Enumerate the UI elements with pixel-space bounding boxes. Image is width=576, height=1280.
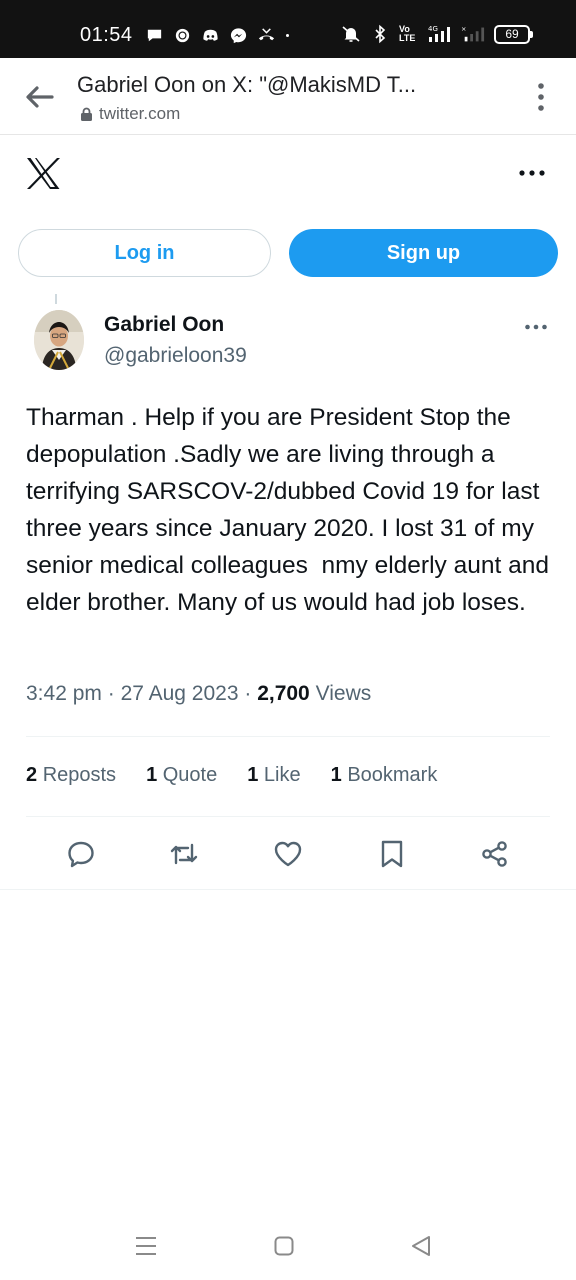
arrow-left-icon <box>26 86 54 108</box>
tweet-time[interactable]: 3:42 pm <box>26 682 102 705</box>
browser-toolbar: Gabriel Oon on X: "@MakisMD T... twitter… <box>0 58 576 135</box>
notification-icons <box>145 26 295 45</box>
status-time: 01:54 <box>80 24 133 46</box>
bookmark-icon <box>381 840 403 868</box>
author-handle[interactable]: @gabrieloon39 <box>104 344 247 368</box>
signal-app-icon <box>175 28 190 43</box>
avatar-image <box>34 310 84 370</box>
volte-icon: Vo LTE <box>399 24 416 43</box>
recent-apps-button[interactable] <box>133 1233 159 1259</box>
chat-bubble-icon <box>147 29 162 42</box>
back-button[interactable] <box>22 80 56 114</box>
quotes-stat[interactable]: 1 Quote <box>146 764 217 787</box>
home-square-icon <box>274 1236 294 1256</box>
likes-stat[interactable]: 1 Like <box>247 764 300 787</box>
repost-button[interactable] <box>168 838 200 870</box>
repost-icon <box>170 843 198 865</box>
views-count: 2,700 <box>257 682 310 705</box>
bookmarks-stat[interactable]: 1 Bookmark <box>331 764 438 787</box>
tweet-actions <box>0 830 576 878</box>
url-text: twitter.com <box>99 104 181 123</box>
tweet-stats: 2 Reposts 1 Quote 1 Like 1 Bookmark <box>26 764 437 787</box>
system-nav-bar <box>0 1215 576 1280</box>
signup-button[interactable]: Sign up <box>289 229 558 277</box>
dot-icon <box>286 34 289 37</box>
divider <box>0 889 576 890</box>
missed-call-icon <box>258 28 275 41</box>
page-title: Gabriel Oon on X: "@MakisMD T... <box>77 72 417 97</box>
discord-icon <box>203 29 218 41</box>
svg-text:4G: 4G <box>428 25 438 33</box>
heart-icon <box>274 841 302 867</box>
login-button[interactable]: Log in <box>18 229 271 277</box>
reply-icon <box>68 841 94 868</box>
system-back-button[interactable] <box>408 1233 434 1259</box>
home-button[interactable] <box>271 1233 297 1259</box>
status-bar: 01:54 Vo LTE 4G × 69 <box>0 0 576 58</box>
like-button[interactable] <box>272 838 304 870</box>
x-logo-icon[interactable] <box>26 157 61 190</box>
battery-icon: 69 <box>494 24 533 44</box>
bookmark-button[interactable] <box>376 838 408 870</box>
views-label: Views <box>315 682 372 705</box>
signal-4g-icon: 4G <box>428 25 450 42</box>
signal-icon: × <box>461 25 485 42</box>
messenger-icon <box>230 28 247 44</box>
svg-text:×: × <box>461 25 466 33</box>
avatar[interactable] <box>34 310 84 370</box>
page-url: twitter.com <box>80 104 180 124</box>
more-vertical-icon <box>538 83 544 111</box>
x-header <box>0 135 576 215</box>
browser-menu-button[interactable] <box>532 80 550 114</box>
tweet-text: Tharman . Help if you are President Stop… <box>26 404 556 616</box>
share-button[interactable] <box>479 838 511 870</box>
mute-icon <box>342 26 360 42</box>
bluetooth-icon <box>375 24 386 44</box>
share-icon <box>482 841 507 867</box>
thread-line <box>55 294 57 304</box>
tweet-date[interactable]: 27 Aug 2023 <box>121 682 239 705</box>
reposts-stat[interactable]: 2 Reposts <box>26 764 116 787</box>
back-triangle-icon <box>412 1236 430 1256</box>
more-horizontal-icon[interactable] <box>518 163 546 183</box>
author-name[interactable]: Gabriel Oon <box>104 313 224 337</box>
divider <box>26 816 550 817</box>
lock-icon <box>81 107 92 121</box>
system-icons: Vo LTE 4G × 69 <box>341 24 533 44</box>
tweet-more-icon[interactable] <box>524 320 548 334</box>
divider <box>26 736 550 737</box>
tweet-meta: 3:42 pm · 27 Aug 2023 · 2,700 Views <box>26 682 372 705</box>
reply-button[interactable] <box>65 838 97 870</box>
menu-lines-icon <box>136 1237 156 1255</box>
